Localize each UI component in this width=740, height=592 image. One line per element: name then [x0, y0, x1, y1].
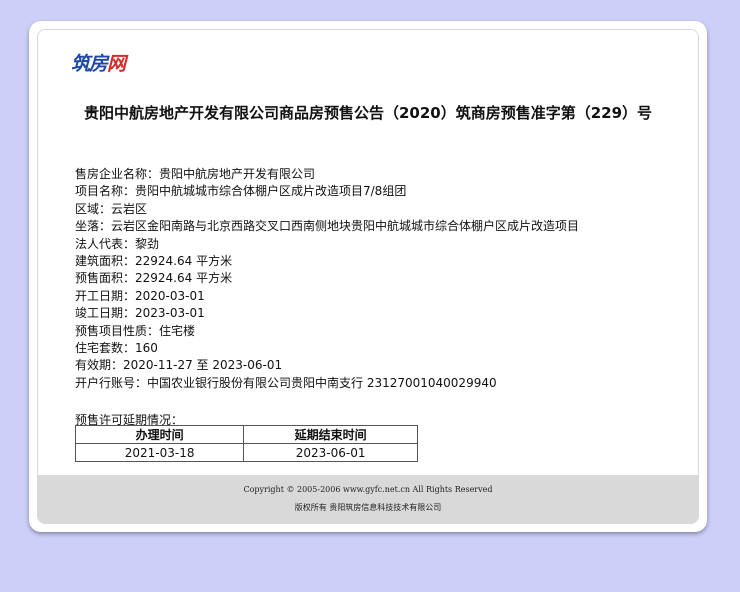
notice-card-inner: 筑房网 贵阳中航房地产开发有限公司商品房预售公告（2020）筑商房预售准字第（2…	[37, 29, 699, 524]
info-validity: 有效期：2020-11-27 至 2023-06-01	[75, 358, 283, 373]
cell-extension-end: 2023-06-01	[243, 443, 418, 462]
header-extension-end: 延期结束时间	[243, 425, 418, 444]
header-processing-time: 办理时间	[74, 425, 245, 444]
info-bank-account: 开户行账号：中国农业银行股份有限公司贵阳中南支行 231270010400299…	[75, 375, 497, 390]
table-row: 2021-03-18 2023-06-01	[74, 443, 418, 462]
page-footer: Copyright © 2005-2006 www.gyfc.net.cn Al…	[38, 475, 698, 523]
logo-text: 筑房	[71, 53, 108, 75]
info-property-type: 预售项目性质：住宅楼	[75, 323, 196, 338]
info-location: 坐落：云岩区金阳南路与北京西路交叉口西南侧地块贵阳中航城城市综合体棚户区成片改造…	[75, 219, 580, 234]
info-building-area: 建筑面积：22924.64 平方米	[75, 254, 233, 269]
info-presale-area: 预售面积：22924.64 平方米	[75, 271, 233, 286]
cell-processing-time: 2021-03-18	[74, 443, 245, 462]
extension-table: 办理时间 延期结束时间 2021-03-18 2023-06-01	[74, 425, 418, 462]
footer-copyright: Copyright © 2005-2006 www.gyfc.net.cn Al…	[243, 485, 493, 494]
info-legal-rep: 法人代表：黎劲	[75, 236, 160, 251]
info-company: 售房企业名称：贵阳中航房地产开发有限公司	[75, 167, 316, 181]
info-district: 区域：云岩区	[75, 201, 148, 216]
info-start-date: 开工日期：2020-03-01	[75, 288, 205, 303]
info-completion-date: 竣工日期：2023-03-01	[75, 306, 205, 321]
notice-card: 筑房网 贵阳中航房地产开发有限公司商品房预售公告（2020）筑商房预售准字第（2…	[29, 21, 707, 532]
table-header-row: 办理时间 延期结束时间	[74, 425, 418, 444]
footer-owner: 版权所有 贵阳筑房信息科技技术有限公司	[294, 503, 442, 512]
page-title: 贵阳中航房地产开发有限公司商品房预售公告（2020）筑商房预售准字第（229）号	[83, 104, 653, 122]
info-unit-count: 住宅套数：160	[75, 341, 158, 356]
info-project-name: 项目名称：贵阳中航城城市综合体棚户区成片改造项目7/8组团	[75, 184, 407, 199]
logo-accent-text: 网	[107, 53, 126, 75]
project-info: 售房企业名称：贵阳中航房地产开发有限公司 项目名称：贵阳中航城城市综合体棚户区成…	[75, 166, 579, 392]
site-logo[interactable]: 筑房网	[71, 49, 126, 76]
